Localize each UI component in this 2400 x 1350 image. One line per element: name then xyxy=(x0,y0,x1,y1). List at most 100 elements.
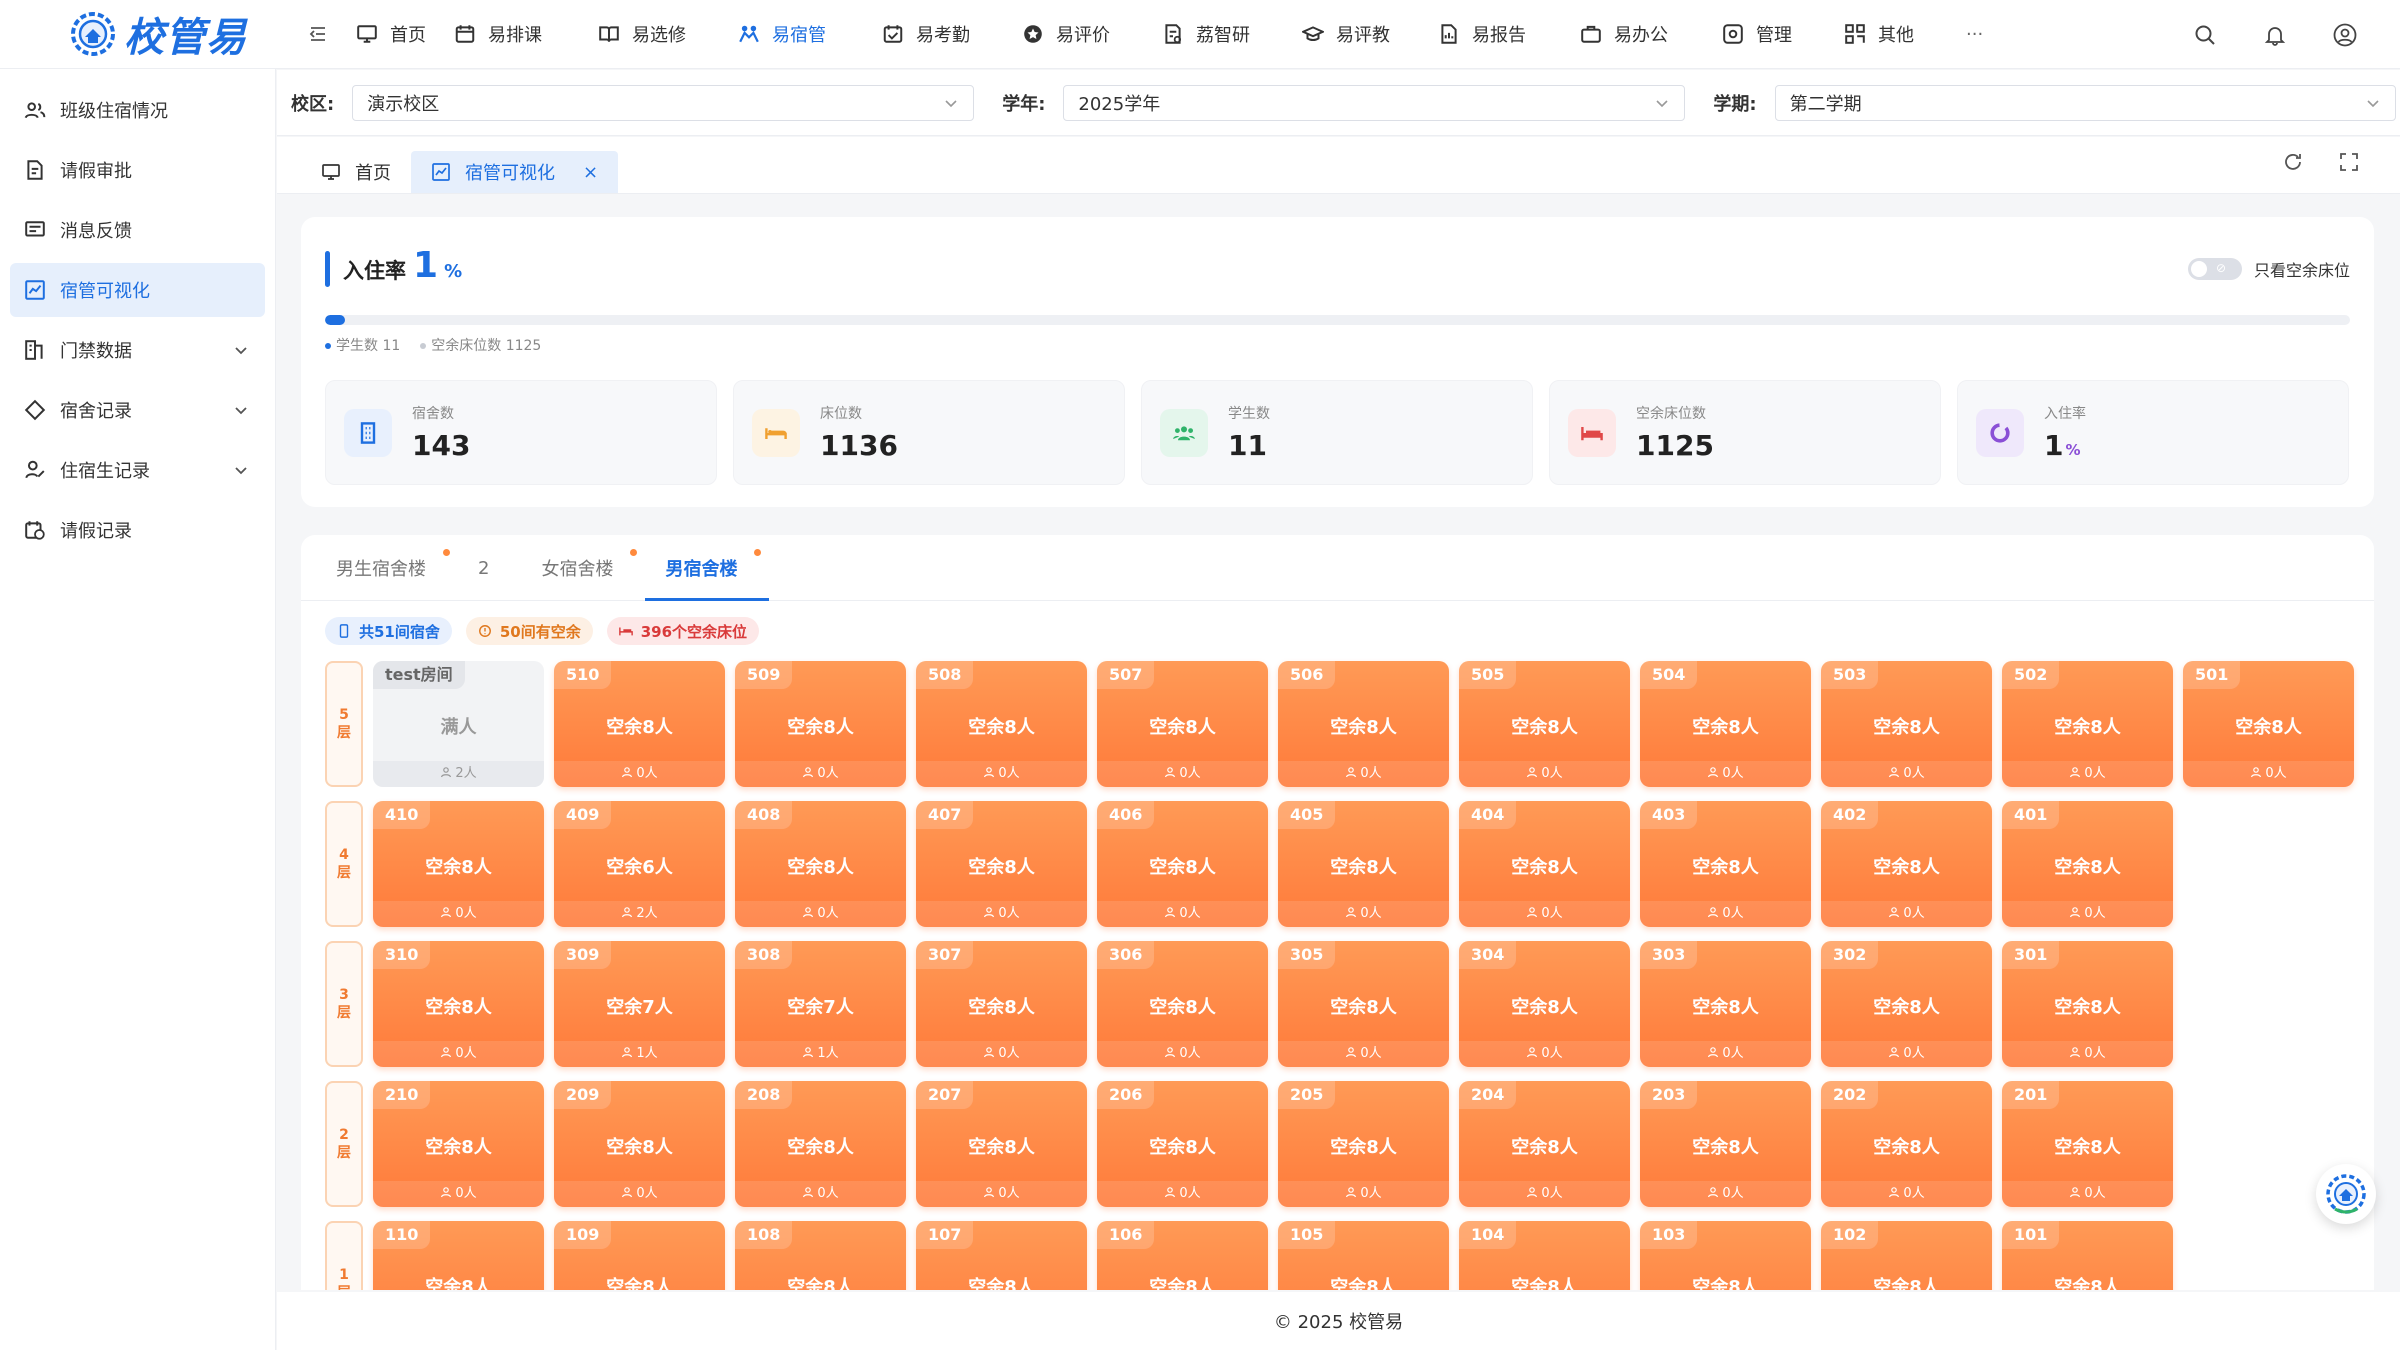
room-card[interactable]: 406 空余8人 0人 xyxy=(1097,801,1268,927)
room-card[interactable]: 310 空余8人 0人 xyxy=(373,941,544,1067)
nav-item-2[interactable]: 易选修 xyxy=(598,0,686,69)
nav-item-11[interactable]: 其他 xyxy=(1844,0,1914,69)
room-number: 503 xyxy=(1821,661,1879,689)
room-card[interactable]: 102空余8人0人 xyxy=(1821,1221,1992,1290)
room-card[interactable]: 504 空余8人 0人 xyxy=(1640,661,1811,787)
room-card[interactable]: 104空余8人0人 xyxy=(1459,1221,1630,1290)
nav-item-7[interactable]: 易评教 xyxy=(1302,0,1390,69)
sidebar-item-0[interactable]: 班级住宿情况 xyxy=(10,83,265,137)
room-card[interactable]: 509 空余8人 0人 xyxy=(735,661,906,787)
room-card[interactable]: 507 空余8人 0人 xyxy=(1097,661,1268,787)
room-card[interactable]: 208 空余8人 0人 xyxy=(735,1081,906,1207)
room-card[interactable]: 301 空余8人 0人 xyxy=(2002,941,2173,1067)
room-card[interactable]: 210 空余8人 0人 xyxy=(373,1081,544,1207)
room-card[interactable]: 105空余8人0人 xyxy=(1278,1221,1449,1290)
building-tab-0[interactable]: 男生宿舍楼 xyxy=(336,535,458,601)
room-occupancy: 0人 xyxy=(1459,1041,1630,1067)
tab-actions xyxy=(2282,151,2360,173)
nav-item-4[interactable]: 易考勤 xyxy=(882,0,970,69)
room-card[interactable]: 503 空余8人 0人 xyxy=(1821,661,1992,787)
nav-item-6[interactable]: 荔智研 xyxy=(1162,0,1250,69)
room-card[interactable]: 203 空余8人 0人 xyxy=(1640,1081,1811,1207)
room-card[interactable]: 209 空余8人 0人 xyxy=(554,1081,725,1207)
room-card[interactable]: 108空余8人0人 xyxy=(735,1221,906,1290)
search-icon[interactable] xyxy=(2190,20,2220,50)
room-card[interactable]: 407 空余8人 0人 xyxy=(916,801,1087,927)
room-card[interactable]: 205 空余8人 0人 xyxy=(1278,1081,1449,1207)
collapse-sidebar-icon[interactable] xyxy=(298,14,338,54)
sidebar-item-5[interactable]: 宿舍记录 xyxy=(10,383,265,437)
room-card[interactable]: 408 空余8人 0人 xyxy=(735,801,906,927)
room-card[interactable]: 508 空余8人 0人 xyxy=(916,661,1087,787)
user-avatar-icon[interactable] xyxy=(2330,20,2360,50)
room-card[interactable]: 302 空余8人 0人 xyxy=(1821,941,1992,1067)
bell-icon[interactable] xyxy=(2260,20,2290,50)
room-card[interactable]: 306 空余8人 0人 xyxy=(1097,941,1268,1067)
term-select[interactable]: 第二学期 xyxy=(1774,84,2396,121)
room-card[interactable]: 405 空余8人 0人 xyxy=(1278,801,1449,927)
room-vacancy: 空余8人 xyxy=(1692,717,1759,738)
room-card[interactable]: 410 空余8人 0人 xyxy=(373,801,544,927)
room-card[interactable]: 309 空余7人 1人 xyxy=(554,941,725,1067)
nav-item-0[interactable]: 首页 xyxy=(356,0,426,69)
nav-item-10[interactable]: 管理 xyxy=(1722,0,1792,69)
room-card[interactable]: 307 空余8人 0人 xyxy=(916,941,1087,1067)
room-occupancy-text: 0人 xyxy=(455,1046,477,1061)
room-card[interactable]: 305 空余8人 0人 xyxy=(1278,941,1449,1067)
building-tab-label: 男宿舍楼 xyxy=(665,559,738,580)
nav-item-1[interactable]: 易排课 xyxy=(454,0,542,69)
room-card[interactable]: 206 空余8人 0人 xyxy=(1097,1081,1268,1207)
room-card[interactable]: 109空余8人0人 xyxy=(554,1221,725,1290)
room-card[interactable]: 204 空余8人 0人 xyxy=(1459,1081,1630,1207)
room-card[interactable]: 502 空余8人 0人 xyxy=(2002,661,2173,787)
close-tab-icon[interactable]: × xyxy=(583,162,598,183)
room-card[interactable]: 202 空余8人 0人 xyxy=(1821,1081,1992,1207)
room-card[interactable]: 506 空余8人 0人 xyxy=(1278,661,1449,787)
room-card[interactable]: 401 空余8人 0人 xyxy=(2002,801,2173,927)
room-occupancy-text: 0人 xyxy=(1722,1186,1744,1201)
vacant-only-toggle[interactable]: ⊘ xyxy=(2187,258,2242,280)
nav-item-8[interactable]: 易报告 xyxy=(1438,0,1526,69)
nav-more-button[interactable]: ··· xyxy=(1966,24,1983,45)
nav-item-5[interactable]: 易评价 xyxy=(1022,0,1110,69)
building-tab-3[interactable]: 男宿舍楼 xyxy=(645,535,770,601)
user-icon xyxy=(983,766,998,781)
tab-dorm-visual[interactable]: 宿管可视化 × xyxy=(411,151,619,193)
room-card[interactable]: 110空余8人0人 xyxy=(373,1221,544,1290)
sidebar-item-6[interactable]: 住宿生记录 xyxy=(10,443,265,497)
room-card[interactable]: 403 空余8人 0人 xyxy=(1640,801,1811,927)
refresh-icon[interactable] xyxy=(2282,151,2304,173)
room-card[interactable]: 510 空余8人 0人 xyxy=(554,661,725,787)
room-card[interactable]: 409 空余6人 2人 xyxy=(554,801,725,927)
room-card[interactable]: 308 空余7人 1人 xyxy=(735,941,906,1067)
room-card[interactable]: 404 空余8人 0人 xyxy=(1459,801,1630,927)
campus-select[interactable]: 演示校区 xyxy=(352,84,975,121)
nav-item-3[interactable]: 易宿管 xyxy=(738,0,826,69)
room-card[interactable]: 501 空余8人 0人 xyxy=(2183,661,2354,787)
nav-item-9[interactable]: 易办公 xyxy=(1580,0,1668,69)
tab-home[interactable]: 首页 xyxy=(301,151,411,193)
room-card[interactable]: 303 空余8人 0人 xyxy=(1640,941,1811,1067)
sidebar-item-3[interactable]: 宿管可视化 xyxy=(10,263,265,317)
floating-assistant-button[interactable] xyxy=(2316,1164,2376,1224)
sidebar-item-1[interactable]: 请假审批 xyxy=(10,143,265,197)
room-card[interactable]: 304 空余8人 0人 xyxy=(1459,941,1630,1067)
app-logo[interactable]: 校管易 xyxy=(0,0,270,69)
sidebar-item-4[interactable]: 门禁数据 xyxy=(10,323,265,377)
sidebar-item-7[interactable]: 请假记录 xyxy=(10,503,265,557)
room-card[interactable]: 201 空余8人 0人 xyxy=(2002,1081,2173,1207)
room-card[interactable]: test房间 满人 2人 xyxy=(373,661,544,787)
year-select[interactable]: 2025学年 xyxy=(1063,84,1686,121)
room-card[interactable]: 505 空余8人 0人 xyxy=(1459,661,1630,787)
room-card[interactable]: 402 空余8人 0人 xyxy=(1821,801,1992,927)
room-card[interactable]: 101空余8人0人 xyxy=(2002,1221,2173,1290)
room-card[interactable]: 106空余8人0人 xyxy=(1097,1221,1268,1290)
room-card[interactable]: 207 空余8人 0人 xyxy=(916,1081,1087,1207)
room-card[interactable]: 103空余8人0人 xyxy=(1640,1221,1811,1290)
sidebar-item-2[interactable]: 消息反馈 xyxy=(10,203,265,257)
room-card[interactable]: 107空余8人0人 xyxy=(916,1221,1087,1290)
building-tab-1[interactable]: 2 xyxy=(458,535,521,601)
fullscreen-icon[interactable] xyxy=(2338,151,2360,173)
building-tab-2[interactable]: 女宿舍楼 xyxy=(521,535,645,601)
room-occupancy-text: 0人 xyxy=(455,1186,477,1201)
